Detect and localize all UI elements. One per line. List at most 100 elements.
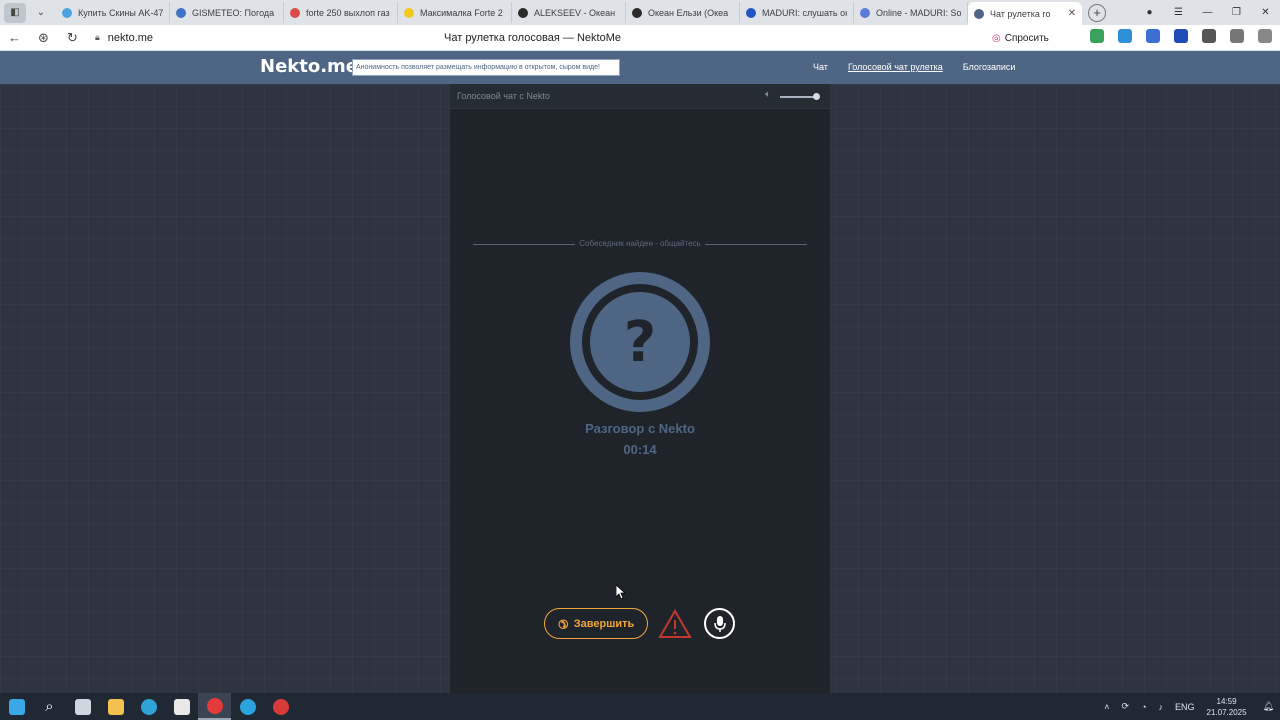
tab-1[interactable]: GISMETEO: Погода в: [170, 2, 284, 23]
notifications-icon[interactable]: 🔔︎: [1263, 701, 1274, 712]
tab-2[interactable]: forte 250 выхлоп газ: [284, 2, 398, 23]
tab-6[interactable]: MADURI: слушать он: [740, 2, 854, 23]
language-indicator[interactable]: ENG: [1175, 702, 1195, 712]
windows-icon: [8, 698, 25, 715]
extension-icon[interactable]: [1118, 29, 1132, 43]
network-icon[interactable]: ⟳: [1122, 701, 1130, 712]
ask-icon: ◎: [992, 32, 1001, 44]
tab-5[interactable]: Океан Ельзи (Океа: [626, 2, 740, 23]
volume-slider-knob[interactable]: [813, 93, 820, 100]
store-button[interactable]: [165, 693, 198, 720]
tab-title: GISMETEO: Погода в: [192, 7, 277, 18]
extension-icon[interactable]: [1230, 29, 1244, 43]
question-mark-icon: ?: [594, 296, 686, 388]
browser-tab-bar: ◧ ⌄ Купить Скины AK-47 GISMETEO: Погода …: [0, 0, 1280, 25]
file-explorer-button[interactable]: [99, 693, 132, 720]
tab-list-chevron-icon[interactable]: ⌄: [30, 3, 52, 23]
extensions-row: [1076, 29, 1272, 43]
tab-title: Максималка Forte 2: [420, 7, 503, 18]
notice-banner: Анонимность позволяет размещать информац…: [352, 59, 620, 76]
tab-8-active[interactable]: Чат рулетка го ✕: [968, 2, 1082, 25]
extension-icon[interactable]: [1090, 29, 1104, 43]
status-text: Собеседник найден - общайтесь: [575, 239, 705, 248]
avatar-ring: ?: [582, 284, 698, 400]
nav-link-chat[interactable]: Чат: [813, 62, 828, 72]
wifi-icon[interactable]: ◔: [1141, 702, 1146, 712]
extension-icon[interactable]: [1202, 29, 1216, 43]
tab-favicon-icon: [518, 7, 528, 18]
clock-time: 14:59: [1216, 696, 1237, 706]
system-tray: ˄ ⟳ ◔ ♪ ENG 14:59 21.07.2025 🔔︎: [1098, 693, 1280, 720]
site-header: Nekto.me Анонимность позволяет размещать…: [0, 51, 1280, 84]
tab-favicon-icon: [974, 8, 984, 19]
end-call-button[interactable]: ✆ Завершить: [544, 608, 648, 639]
tab-favicon-icon: [62, 7, 72, 18]
status-message: Собеседник найден - общайтесь: [450, 239, 830, 248]
voice-chat-panel: Голосовой чат с Nekto 🔈︎ Собеседник найд…: [450, 84, 830, 693]
yandex-icon: [206, 697, 223, 714]
minimize-icon[interactable]: —: [1193, 7, 1222, 18]
download-icon[interactable]: [1258, 29, 1272, 43]
maximize-icon[interactable]: ❐: [1222, 7, 1251, 18]
tab-strip: Купить Скины AK-47 GISMETEO: Погода в fo…: [56, 0, 1082, 25]
microphone-icon: [713, 615, 726, 632]
telegram-button[interactable]: [231, 693, 264, 720]
tab-favicon-icon: [404, 7, 414, 18]
taskbar: ⌕ ˄ ⟳ ◔ ♪ ENG 14:59 21.07.2025 🔔︎: [0, 693, 1280, 720]
tab-4[interactable]: ALEKSEEV - Океан: [512, 2, 626, 23]
sidebar-toggle-icon[interactable]: ◧: [4, 2, 26, 23]
conversation-label: Разговор с Nekto: [585, 421, 695, 436]
store-icon: [173, 698, 190, 715]
app-button[interactable]: [264, 693, 297, 720]
yandex-browser-button[interactable]: [198, 693, 231, 720]
tab-title: Купить Скины AK-47: [78, 7, 163, 18]
tab-favicon-icon: [860, 7, 870, 18]
tray-chevron-icon[interactable]: ˄: [1104, 702, 1109, 712]
tab-favicon-icon: [176, 7, 186, 18]
tab-close-icon[interactable]: ✕: [1068, 8, 1076, 19]
end-call-label: Завершить: [573, 617, 635, 630]
tab-favicon-icon: [290, 7, 300, 18]
profile-icon[interactable]: ●: [1135, 7, 1164, 18]
app-icon: [272, 698, 289, 715]
speaker-icon[interactable]: ♪: [1159, 702, 1164, 712]
window-controls: ● ☰ — ❐ ✕: [1135, 0, 1280, 25]
site-logo[interactable]: Nekto.me: [260, 56, 358, 77]
call-timer: 00:14: [623, 442, 657, 457]
mouse-cursor-icon: [616, 585, 626, 599]
panel-header: Голосовой чат с Nekto 🔈︎: [450, 84, 830, 109]
task-view-button[interactable]: [66, 693, 99, 720]
phone-hangup-icon: ✆: [554, 614, 572, 633]
clock-date: 21.07.2025: [1206, 707, 1247, 717]
edge-button[interactable]: [132, 693, 165, 720]
warning-triangle-icon: [658, 608, 692, 638]
tab-0[interactable]: Купить Скины AK-47: [56, 2, 170, 23]
edge-icon: [140, 698, 157, 715]
tab-favicon-icon: [632, 7, 642, 18]
volume-icon[interactable]: 🔈︎: [765, 89, 771, 100]
folder-icon: [107, 698, 124, 715]
task-view-icon: [74, 698, 91, 715]
extension-icon[interactable]: [1146, 29, 1160, 43]
search-icon: ⌕: [45, 698, 54, 715]
menu-icon[interactable]: ☰: [1164, 7, 1193, 18]
tab-3[interactable]: Максималка Forte 2: [398, 2, 512, 23]
address-bar: ← ⊛ ↻ 🔒︎ nekto.me Чат рулетка голосовая —…: [0, 25, 1280, 51]
extension-icon[interactable]: [1174, 29, 1188, 43]
panel-title: Голосовой чат с Nekto: [457, 91, 550, 101]
tab-7[interactable]: Online - MADURI: So: [854, 2, 968, 23]
tab-title: MADURI: слушать он: [762, 7, 847, 18]
new-tab-button[interactable]: +: [1088, 3, 1106, 22]
nav-link-voice-chat[interactable]: Голосовой чат рулетка: [848, 62, 943, 72]
search-button[interactable]: ⌕: [33, 693, 66, 720]
start-button[interactable]: [0, 693, 33, 720]
clock[interactable]: 14:59 21.07.2025: [1207, 696, 1247, 718]
microphone-button[interactable]: [704, 608, 735, 639]
report-button[interactable]: [658, 608, 692, 639]
close-window-icon[interactable]: ✕: [1251, 7, 1280, 18]
nav-link-blog[interactable]: Блогозаписи: [963, 62, 1016, 72]
tab-title: Online - MADURI: So: [876, 7, 961, 18]
ask-button[interactable]: ◎ Спросить: [986, 29, 1055, 47]
telegram-icon: [239, 698, 256, 715]
site-nav: Чат Голосовой чат рулетка Блогозаписи: [813, 62, 1035, 72]
